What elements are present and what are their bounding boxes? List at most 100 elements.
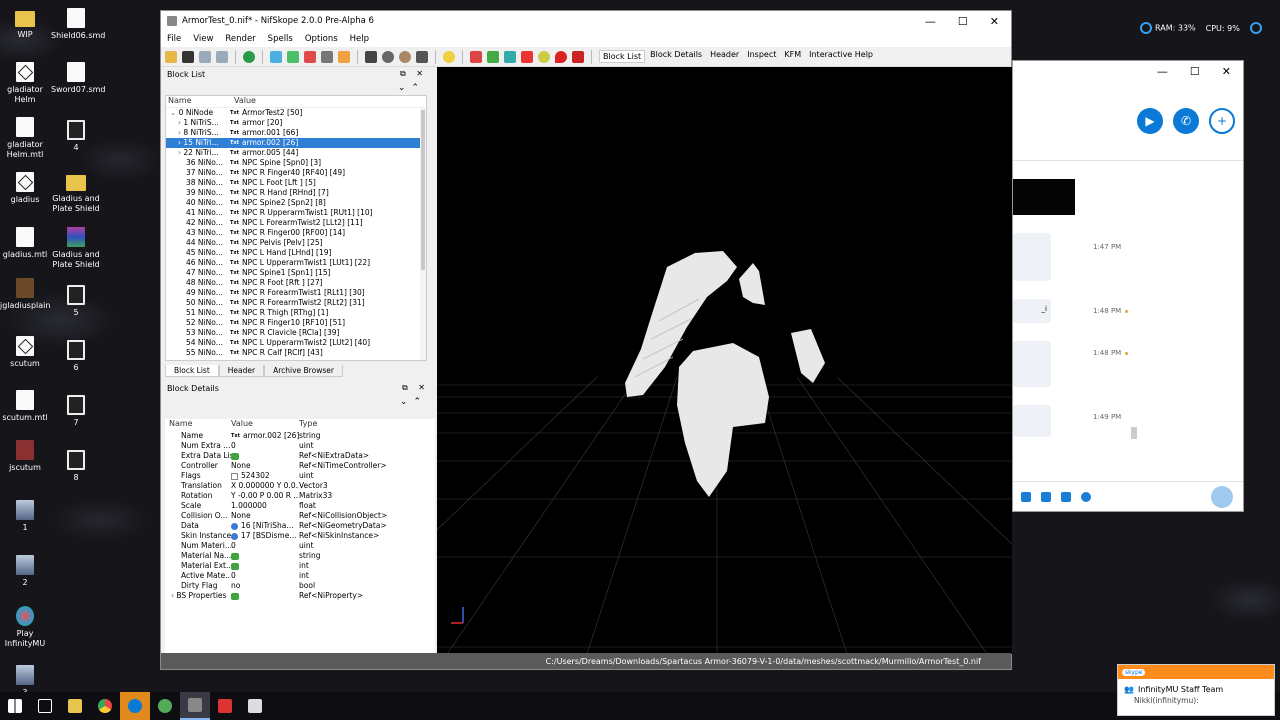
desktop-icon[interactable]: 2 xyxy=(0,555,50,588)
toolbar-interactive-help-button[interactable]: Interactive Help xyxy=(806,50,876,63)
audio-call-button[interactable]: ✆ xyxy=(1173,107,1199,134)
toolbar-block-list-button[interactable]: Block List xyxy=(599,50,646,63)
chat-icon[interactable] xyxy=(1041,491,1051,502)
table-row[interactable]: Flags 524302 uint xyxy=(165,471,435,481)
furniture-icon[interactable] xyxy=(538,50,550,63)
field-value[interactable] xyxy=(231,451,299,461)
desktop-icon[interactable]: Gladius and Plate Shield xyxy=(51,172,101,214)
table-row[interactable]: 46 NiNo... Txt NPC L UpperarmTwist1 [LUt1]… xyxy=(166,258,426,268)
table-row[interactable]: Collision O... None Ref<NiCollisionObject> xyxy=(165,511,435,521)
table-row[interactable]: Num Extra ... 0 uint xyxy=(165,441,435,451)
desktop-icon[interactable]: 1 xyxy=(0,500,50,533)
table-row[interactable]: 41 NiNo... Txt NPC R UpperarmTwist1 [RUt1]… xyxy=(166,208,426,218)
toolbar-inspect-button[interactable]: Inspect xyxy=(744,50,779,63)
block-details-table[interactable]: Name Value Type Name Txt armor.002 [26] str… xyxy=(165,419,435,659)
table-row[interactable]: Material Na... string xyxy=(165,551,435,561)
walk-icon[interactable] xyxy=(365,50,377,63)
desktop-icon[interactable]: 5 xyxy=(51,285,101,318)
table-row[interactable]: Num Materi... 0 uint xyxy=(165,541,435,551)
table-row[interactable]: Scale 1.000000 float xyxy=(165,501,435,511)
field-value[interactable]: 0 xyxy=(231,541,299,551)
toolbar-kfm-button[interactable]: KFM xyxy=(781,50,804,63)
desktop-icon[interactable]: gladiator Helm xyxy=(0,62,50,105)
field-value[interactable]: None xyxy=(231,461,299,471)
field-value[interactable]: 0 xyxy=(231,571,299,581)
maximize-icon[interactable]: ☐ xyxy=(958,15,968,28)
taskbar-explorer[interactable] xyxy=(60,692,90,720)
desktop-icon[interactable]: scutum.mtl xyxy=(0,390,50,423)
field-value[interactable]: None xyxy=(231,511,299,521)
field-value[interactable] xyxy=(231,591,299,601)
tree-scrollbar[interactable] xyxy=(420,108,426,360)
menu-options[interactable]: Options xyxy=(305,34,338,44)
taskbar-utorrent[interactable] xyxy=(150,692,180,720)
menu-file[interactable]: File xyxy=(167,34,181,44)
globe-icon[interactable] xyxy=(243,50,255,63)
bones-icon[interactable] xyxy=(504,50,516,63)
nifskope-window[interactable]: ArmorTest_0.nif* - NifSkope 2.0.0 Pre-Al… xyxy=(160,10,1012,670)
desktop-icon[interactable]: gladiator Helm.mtl xyxy=(0,117,50,160)
skype-notification[interactable]: skype 👥 InfinityMU Staff Team Nikki(infi… xyxy=(1117,664,1275,716)
scroll-thumb[interactable] xyxy=(421,110,425,270)
skype-window[interactable]: — ☐ ✕ ▶ ✆ + 1:47 PM _i 1:48 PM 1:48 PM 1… xyxy=(1012,60,1244,512)
desktop-icon[interactable]: 7 xyxy=(51,395,101,428)
emoji-icon[interactable] xyxy=(1081,491,1091,502)
task-view-button[interactable] xyxy=(30,692,60,720)
field-value[interactable]: no xyxy=(231,581,299,591)
table-row[interactable]: Data 16 [NiTriSha... Ref<NiGeometryData> xyxy=(165,521,435,531)
video-call-button[interactable]: ▶ xyxy=(1137,107,1163,134)
hide-icon[interactable] xyxy=(572,50,584,63)
table-row[interactable]: Extra Data List Ref<NiExtraData> xyxy=(165,451,435,461)
desktop-icon[interactable]: gladius xyxy=(0,172,50,205)
table-row[interactable]: 38 NiNo... Txt NPC L Foot [Lft ] [5] xyxy=(166,178,426,188)
desktop-icon[interactable]: 8 xyxy=(51,450,101,483)
field-value[interactable]: Txt armor.002 [26] xyxy=(231,431,299,441)
table-row[interactable]: 49 NiNo... Txt NPC R ForearmTwist1 [RLt1] … xyxy=(166,288,426,298)
table-row[interactable]: › 15 NiTri... Txt armor.002 [26] xyxy=(166,138,426,148)
view-front-icon[interactable] xyxy=(287,50,299,63)
field-value[interactable]: Y -0.00 P 0.00 R ... xyxy=(231,491,299,501)
table-row[interactable]: Skin Instance 17 [BSDisme... Ref<NiSkinIns… xyxy=(165,531,435,541)
table-row[interactable]: Translation X 0.000000 Y 0.0... Vector3 xyxy=(165,481,435,491)
maximize-icon[interactable]: ☐ xyxy=(1190,65,1200,78)
constraints-icon[interactable] xyxy=(521,50,533,63)
view-side-icon[interactable] xyxy=(304,50,316,63)
table-row[interactable]: 53 NiNo... Txt NPC R Clavicle [RCla] [39] xyxy=(166,328,426,338)
axes-icon[interactable] xyxy=(470,50,482,63)
eye-icon[interactable] xyxy=(382,50,394,63)
desktop-icon[interactable]: WIP xyxy=(0,8,50,40)
field-value[interactable] xyxy=(231,561,299,571)
save-icon[interactable] xyxy=(182,50,194,63)
desktop-icon[interactable]: Play InfinityMU xyxy=(0,606,50,649)
viewport-canvas[interactable] xyxy=(437,67,1012,654)
field-value[interactable]: 17 [BSDisme... xyxy=(231,531,299,541)
field-value[interactable]: 16 [NiTriSha... xyxy=(231,521,299,531)
panel-float-close-icons[interactable]: ⧉ ✕ xyxy=(402,383,429,393)
screenshot-icon[interactable] xyxy=(416,50,428,63)
table-row[interactable]: Material Ext... int xyxy=(165,561,435,571)
table-row[interactable]: 37 NiNo... Txt NPC R Finger40 [RF40] [49] xyxy=(166,168,426,178)
desktop-icon[interactable]: jscutum xyxy=(0,440,50,473)
menu-help[interactable]: Help xyxy=(350,34,369,44)
close-icon[interactable]: ✕ xyxy=(990,15,999,28)
table-row[interactable]: Controller None Ref<NiTimeController> xyxy=(165,461,435,471)
table-row[interactable]: Active Mate... 0 int xyxy=(165,571,435,581)
tab-block-list[interactable]: Block List xyxy=(165,365,219,377)
panel-float-close-icons[interactable]: ⧉ ✕ xyxy=(400,69,427,79)
table-row[interactable]: 42 NiNo... Txt NPC L ForearmTwist2 [LLt2] … xyxy=(166,218,426,228)
view-cube-icon[interactable] xyxy=(338,50,350,63)
table-row[interactable]: 48 NiNo... Txt NPC R Foot [Rft ] [27] xyxy=(166,278,426,288)
desktop-icon[interactable]: jgladiusplain xyxy=(0,278,50,311)
undo-icon[interactable] xyxy=(199,50,211,63)
desktop-icon[interactable]: Gladius and Plate Shield xyxy=(51,227,101,270)
table-row[interactable]: Dirty Flag no bool xyxy=(165,581,435,591)
desktop-icon[interactable]: Shield06.smd xyxy=(51,8,105,41)
minimize-icon[interactable]: — xyxy=(925,15,936,28)
desktop-icon[interactable]: 4 xyxy=(51,120,101,153)
table-row[interactable]: 50 NiNo... Txt NPC R ForearmTwist2 [RLt2] … xyxy=(166,298,426,308)
toolbar-header-button[interactable]: Header xyxy=(707,50,742,63)
table-row[interactable]: 45 NiNo... Txt NPC L Hand [LHnd] [19] xyxy=(166,248,426,258)
table-row[interactable]: Name Txt armor.002 [26] string xyxy=(165,431,435,441)
expand-collapse-icons[interactable]: ⌄⌃ xyxy=(400,397,427,407)
close-icon[interactable]: ✕ xyxy=(1222,65,1231,78)
